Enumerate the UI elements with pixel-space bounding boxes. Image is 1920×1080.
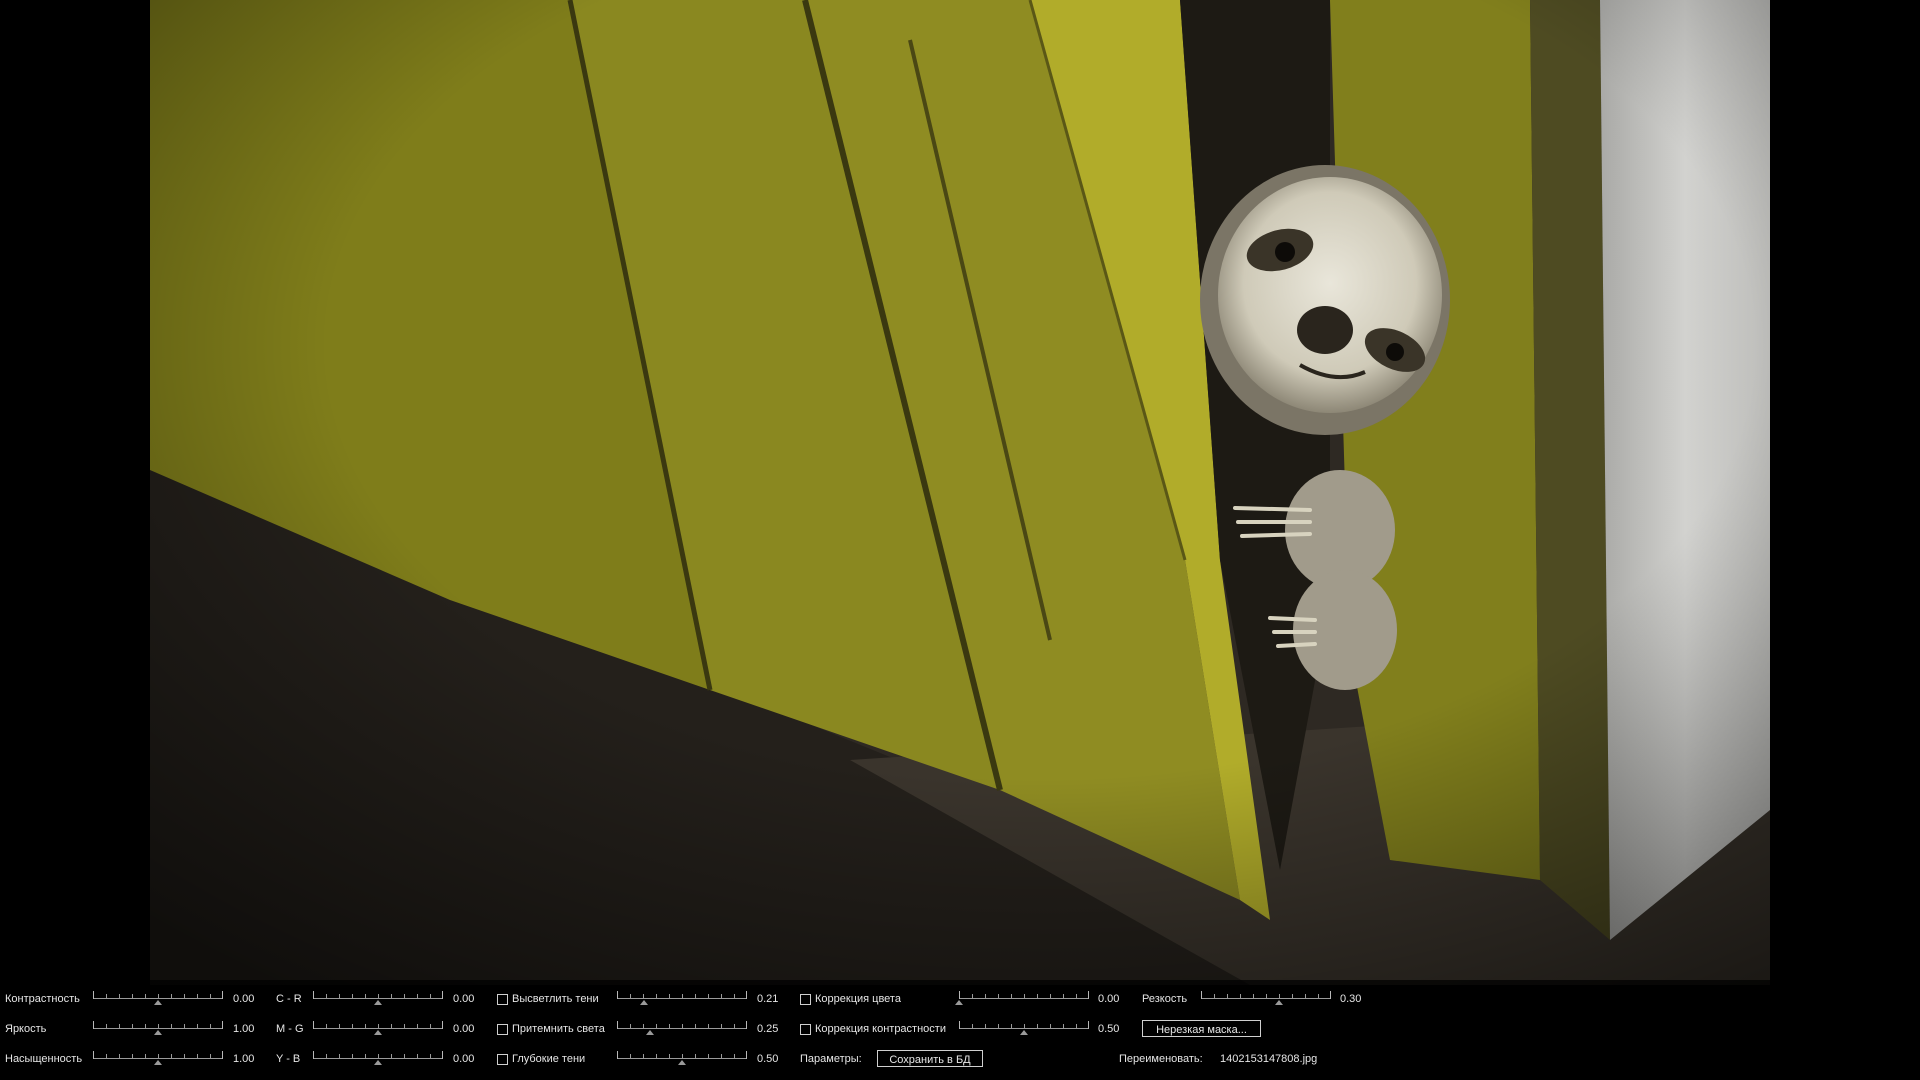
deep-shadows-checkbox[interactable] [497,1054,508,1065]
slider-thumb[interactable] [955,1000,963,1005]
y-b-label: Y - B [276,1053,301,1065]
slider-thumb[interactable] [374,1000,382,1005]
contrast-label: Контрастность [5,993,80,1005]
contrast-slider[interactable] [93,991,223,1005]
color-correction-label: Коррекция цвета [815,993,901,1005]
slider-thumb[interactable] [1020,1030,1028,1035]
slider-thumb[interactable] [1275,1000,1283,1005]
contrast-correction-label: Коррекция контрастности [815,1023,946,1035]
slider-thumb[interactable] [640,1000,649,1005]
slider-thumb[interactable] [154,1030,162,1035]
saturation-value: 1.00 [233,1053,255,1065]
contrast-correction-checkbox[interactable] [800,1024,811,1035]
lighten-shadows-value: 0.21 [757,993,779,1005]
sharpness-label: Резкость [1142,993,1188,1005]
sharpness-slider[interactable] [1201,991,1331,1005]
sloth-photo [150,0,1770,985]
y-b-slider[interactable] [313,1051,443,1065]
color-correction-value: 0.00 [1098,993,1120,1005]
color-correction-slider[interactable] [955,991,1089,1005]
deep-shadows-slider[interactable] [617,1051,747,1065]
slider-thumb[interactable] [154,1000,162,1005]
lighten-shadows-label: Высветлить тени [512,993,599,1005]
slider-thumb[interactable] [374,1030,382,1035]
contrast-correction-slider[interactable] [959,1021,1089,1035]
slider-thumb[interactable] [154,1060,162,1065]
lighten-shadows-slider[interactable] [617,991,747,1005]
sharpness-value: 0.30 [1340,993,1362,1005]
slider-thumb[interactable] [678,1060,686,1065]
brightness-slider[interactable] [93,1021,223,1035]
slider-thumb[interactable] [645,1030,654,1035]
m-g-value: 0.00 [453,1023,475,1035]
brightness-value: 1.00 [233,1023,255,1035]
lighten-shadows-checkbox[interactable] [497,994,508,1005]
photo-canvas [150,0,1770,985]
c-r-slider[interactable] [313,991,443,1005]
save-to-db-button[interactable]: Сохранить в БД [877,1050,983,1067]
m-g-label: M - G [276,1023,304,1035]
adjustment-panel: Контрастность 0.00 Яркость 1.00 Насыщенн… [0,980,1920,1080]
darken-highlights-checkbox[interactable] [497,1024,508,1035]
contrast-correction-value: 0.50 [1098,1023,1120,1035]
filename-field[interactable]: 1402153147808.jpg [1220,1052,1317,1066]
darken-highlights-value: 0.25 [757,1023,779,1035]
saturation-label: Насыщенность [5,1053,83,1065]
deep-shadows-value: 0.50 [757,1053,779,1065]
color-correction-checkbox[interactable] [800,994,811,1005]
slider-thumb[interactable] [374,1060,382,1065]
brightness-label: Яркость [5,1023,47,1035]
c-r-label: C - R [276,993,302,1005]
rename-label: Переименовать: [1119,1053,1203,1065]
darken-highlights-slider[interactable] [617,1021,747,1035]
params-label: Параметры: [800,1053,862,1065]
darken-highlights-label: Притемнить света [512,1023,605,1035]
c-r-value: 0.00 [453,993,475,1005]
saturation-slider[interactable] [93,1051,223,1065]
deep-shadows-label: Глубокие тени [512,1053,586,1065]
m-g-slider[interactable] [313,1021,443,1035]
contrast-value: 0.00 [233,993,255,1005]
unsharp-mask-button[interactable]: Нерезкая маска... [1142,1020,1261,1037]
y-b-value: 0.00 [453,1053,475,1065]
